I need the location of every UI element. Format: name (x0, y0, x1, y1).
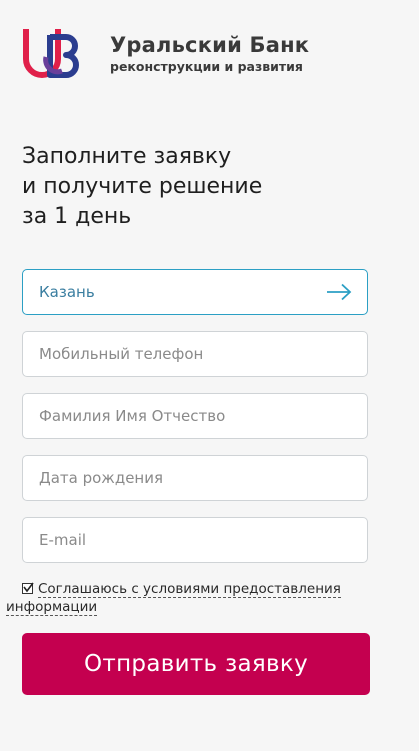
page-title-line-3: за 1 день (22, 204, 132, 229)
consent-text-line-2: информации (6, 599, 98, 616)
arrow-right-icon[interactable] (325, 283, 353, 301)
page-title-line-2: и получите решение (22, 174, 263, 199)
email-placeholder: E-mail (39, 531, 87, 549)
birthdate-field[interactable]: Дата рождения (22, 455, 368, 501)
consent-link[interactable]: Соглашаюсь с условиями предоставления ин… (6, 580, 341, 616)
phone-placeholder: Мобильный телефон (39, 345, 204, 363)
consent-text-line-1: Соглашаюсь с условиями предоставления (38, 581, 341, 598)
brand-name: Уральский Банк (110, 33, 310, 57)
page-title-line-1: Заполните заявку (22, 144, 232, 169)
birthdate-placeholder: Дата рождения (39, 469, 163, 487)
header: Уральский Банк реконструкции и развития (22, 27, 402, 81)
city-field[interactable]: Казань (22, 269, 368, 315)
email-field[interactable]: E-mail (22, 517, 368, 563)
page-title: Заполните заявку и получите решение за 1… (22, 142, 402, 232)
city-value: Казань (39, 283, 95, 301)
brand-subtitle: реконструкции и развития (110, 59, 303, 74)
phone-field[interactable]: Мобильный телефон (22, 331, 368, 377)
full-name-placeholder: Фамилия Имя Отчество (39, 407, 226, 425)
submit-button[interactable]: Отправить заявку (22, 633, 370, 695)
full-name-field[interactable]: Фамилия Имя Отчество (22, 393, 368, 439)
ubrr-logo (23, 29, 79, 78)
